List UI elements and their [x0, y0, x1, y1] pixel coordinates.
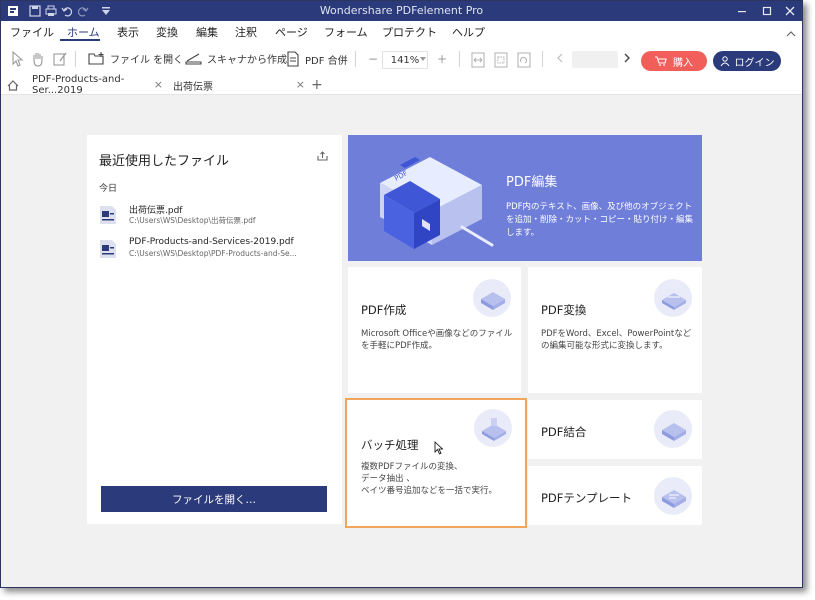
create-pdf-icon	[473, 279, 511, 317]
merge-pdf-button[interactable]: PDF 合併	[286, 51, 348, 67]
create-pdf-card[interactable]: PDF作成 Microsoft Officeや画像などのファイルを手軽にPDF作…	[348, 267, 521, 393]
home-content: 最近使用したファイル 今日 出荷伝票.pdf C:\Users\WS\Deskt…	[1, 95, 802, 587]
menu-home[interactable]: ホーム	[67, 24, 100, 40]
folder-plus-icon	[88, 52, 104, 65]
user-icon	[720, 56, 729, 66]
pdf-file-icon	[99, 239, 117, 259]
recent-file-item[interactable]: 出荷伝票.pdf C:\Users\WS\Desktop\出荷伝票.pdf	[99, 203, 334, 231]
menu-edit[interactable]: 編集	[196, 24, 218, 40]
combine-pdf-card[interactable]: PDF結合	[528, 400, 702, 459]
recent-files-panel: 最近使用したファイル 今日 出荷伝票.pdf C:\Users\WS\Deskt…	[87, 135, 342, 524]
tab-shipping-slip[interactable]: 出荷伝票 ×	[169, 75, 309, 95]
template-pdf-title: PDFテンプレート	[541, 491, 633, 505]
pdf-file-icon	[99, 205, 117, 225]
merge-document-icon	[287, 51, 299, 67]
export-icon[interactable]	[317, 151, 328, 164]
login-label: ログイン	[734, 57, 775, 69]
tab-label: 出荷伝票	[173, 81, 213, 93]
batch-description-line: 複数PDFファイルの変換、	[361, 462, 463, 472]
minimize-icon[interactable]	[731, 1, 753, 21]
next-page-icon[interactable]	[624, 53, 630, 63]
zoom-in-icon[interactable]: +	[437, 52, 447, 66]
open-file-button[interactable]: ファイル を開く	[88, 51, 183, 66]
combine-pdf-title: PDF結合	[541, 425, 587, 439]
fit-page-icon[interactable]	[494, 52, 508, 68]
menu-view[interactable]: 表示	[117, 24, 139, 40]
fit-width-icon[interactable]	[471, 52, 485, 68]
hand-tool-icon[interactable]	[30, 51, 46, 67]
template-pdf-card[interactable]: PDFテンプレート	[528, 466, 702, 525]
file-name: PDF-Products-and-Services-2019.pdf	[129, 237, 294, 247]
create-pdf-title: PDF作成	[361, 303, 407, 317]
open-file-main-button[interactable]: ファイルを開く…	[101, 486, 327, 512]
scan-create-label: スキャナから作成	[207, 55, 287, 66]
convert-pdf-description: PDFをWord、Excel、PowerPointなどの編集可能な形式に変換しま…	[541, 329, 692, 351]
template-pdf-icon	[654, 477, 692, 515]
title-bar: Wondershare PDFelement Pro	[1, 1, 802, 21]
login-button[interactable]: ログイン	[713, 51, 781, 71]
toolbar: ファイル を開く スキャナから作成 PDF 合併 − 141% + 購入 ログイ…	[1, 42, 802, 75]
menu-file[interactable]: ファイル	[10, 24, 54, 40]
menu-bar: ファイル ホーム 表示 変換 編集 注釈 ページ フォーム プロテクト ヘルプ	[1, 21, 802, 42]
open-file-label: ファイル を開く	[110, 55, 184, 66]
scan-create-button[interactable]: スキャナから作成	[185, 51, 287, 66]
cart-icon	[655, 56, 667, 66]
menu-page[interactable]: ページ	[275, 24, 308, 40]
previous-page-icon[interactable]	[557, 53, 563, 63]
edit-pdf-description: PDF内のテキスト、画像、及び他のオブジェクトを追加・削除・カット・コピー・貼り…	[506, 202, 694, 238]
app-window: Wondershare PDFelement Pro ファイル ホーム 表示 変…	[0, 0, 803, 588]
document-tab-bar: PDF-Products-and-Ser...2019 × 出荷伝票 × +	[1, 74, 802, 96]
menu-form[interactable]: フォーム	[324, 24, 368, 40]
menu-protect[interactable]: プロテクト	[382, 24, 437, 40]
zoom-out-icon[interactable]: −	[368, 52, 378, 66]
tab-products-document[interactable]: PDF-Products-and-Ser...2019 ×	[27, 74, 167, 96]
create-pdf-description: Microsoft Officeや画像などのファイルを手軽にPDF作成。	[361, 329, 513, 351]
tab-close-icon[interactable]: ×	[296, 78, 305, 91]
edit-pdf-illustration-icon: PDF	[380, 157, 494, 249]
buy-label: 購入	[673, 57, 693, 69]
close-icon[interactable]	[779, 1, 801, 21]
menu-annotate[interactable]: 注釈	[235, 24, 257, 40]
file-path: C:\Users\WS\Desktop\PDF-Products-and-Se.…	[129, 249, 297, 258]
menu-convert[interactable]: 変換	[156, 24, 178, 40]
active-menu-indicator	[60, 39, 100, 41]
tab-close-icon[interactable]: ×	[154, 78, 163, 91]
combine-pdf-icon	[654, 410, 692, 448]
maximize-icon[interactable]	[756, 1, 778, 21]
select-tool-icon[interactable]	[10, 51, 24, 67]
page-number-input[interactable]	[572, 51, 618, 68]
batch-process-icon	[474, 409, 512, 447]
batch-process-description: 複数PDFファイルの変換、 データ抽出 、 ベイツ番号追加などを一括で実行。	[361, 461, 521, 497]
recent-files-heading: 最近使用したファイル	[99, 154, 230, 169]
recent-file-item[interactable]: PDF-Products-and-Services-2019.pdf C:\Us…	[99, 237, 334, 265]
edit-tool-icon[interactable]	[52, 51, 68, 67]
convert-pdf-title: PDF変換	[541, 303, 587, 317]
today-label: 今日	[99, 184, 118, 194]
toolbar-divider	[75, 51, 76, 67]
batch-process-card[interactable]: バッチ処理 複数PDFファイルの変換、 データ抽出 、 ベイツ番号追加などを一括…	[345, 398, 527, 528]
convert-pdf-card[interactable]: PDF変換 PDFをWord、Excel、PowerPointなどの編集可能な形…	[528, 267, 702, 393]
menu-help[interactable]: ヘルプ	[452, 24, 485, 40]
home-tab-icon[interactable]	[7, 75, 25, 95]
toolbar-divider	[355, 51, 356, 67]
file-path: C:\Users\WS\Desktop\出荷伝票.pdf	[129, 216, 256, 225]
scanner-icon	[185, 53, 202, 65]
buy-button[interactable]: 購入	[641, 51, 707, 71]
batch-description-line: データ抽出 、	[361, 474, 415, 484]
window-title: Wondershare PDFelement Pro	[319, 4, 484, 17]
mouse-cursor-icon	[434, 441, 444, 458]
edit-pdf-title: PDF編集	[506, 175, 558, 190]
edit-pdf-card[interactable]: PDF PDF編集 PDF内のテキスト、画像、及び他のオブジェクトを追加・削除・…	[348, 135, 702, 261]
new-tab-icon[interactable]: +	[311, 75, 325, 95]
rotate-page-icon[interactable]	[517, 52, 531, 68]
convert-pdf-icon	[654, 279, 692, 317]
batch-description-line: ベイツ番号追加などを一括で実行。	[361, 486, 498, 496]
collapse-ribbon-icon[interactable]	[786, 27, 796, 40]
tab-label: PDF-Products-and-Ser...2019	[32, 74, 125, 96]
merge-pdf-label: PDF 合併	[305, 55, 348, 67]
toolbar-divider	[459, 51, 460, 67]
toolbar-divider	[542, 51, 543, 67]
batch-process-title: バッチ処理	[361, 438, 419, 452]
zoom-dropdown-icon[interactable]	[420, 57, 426, 61]
